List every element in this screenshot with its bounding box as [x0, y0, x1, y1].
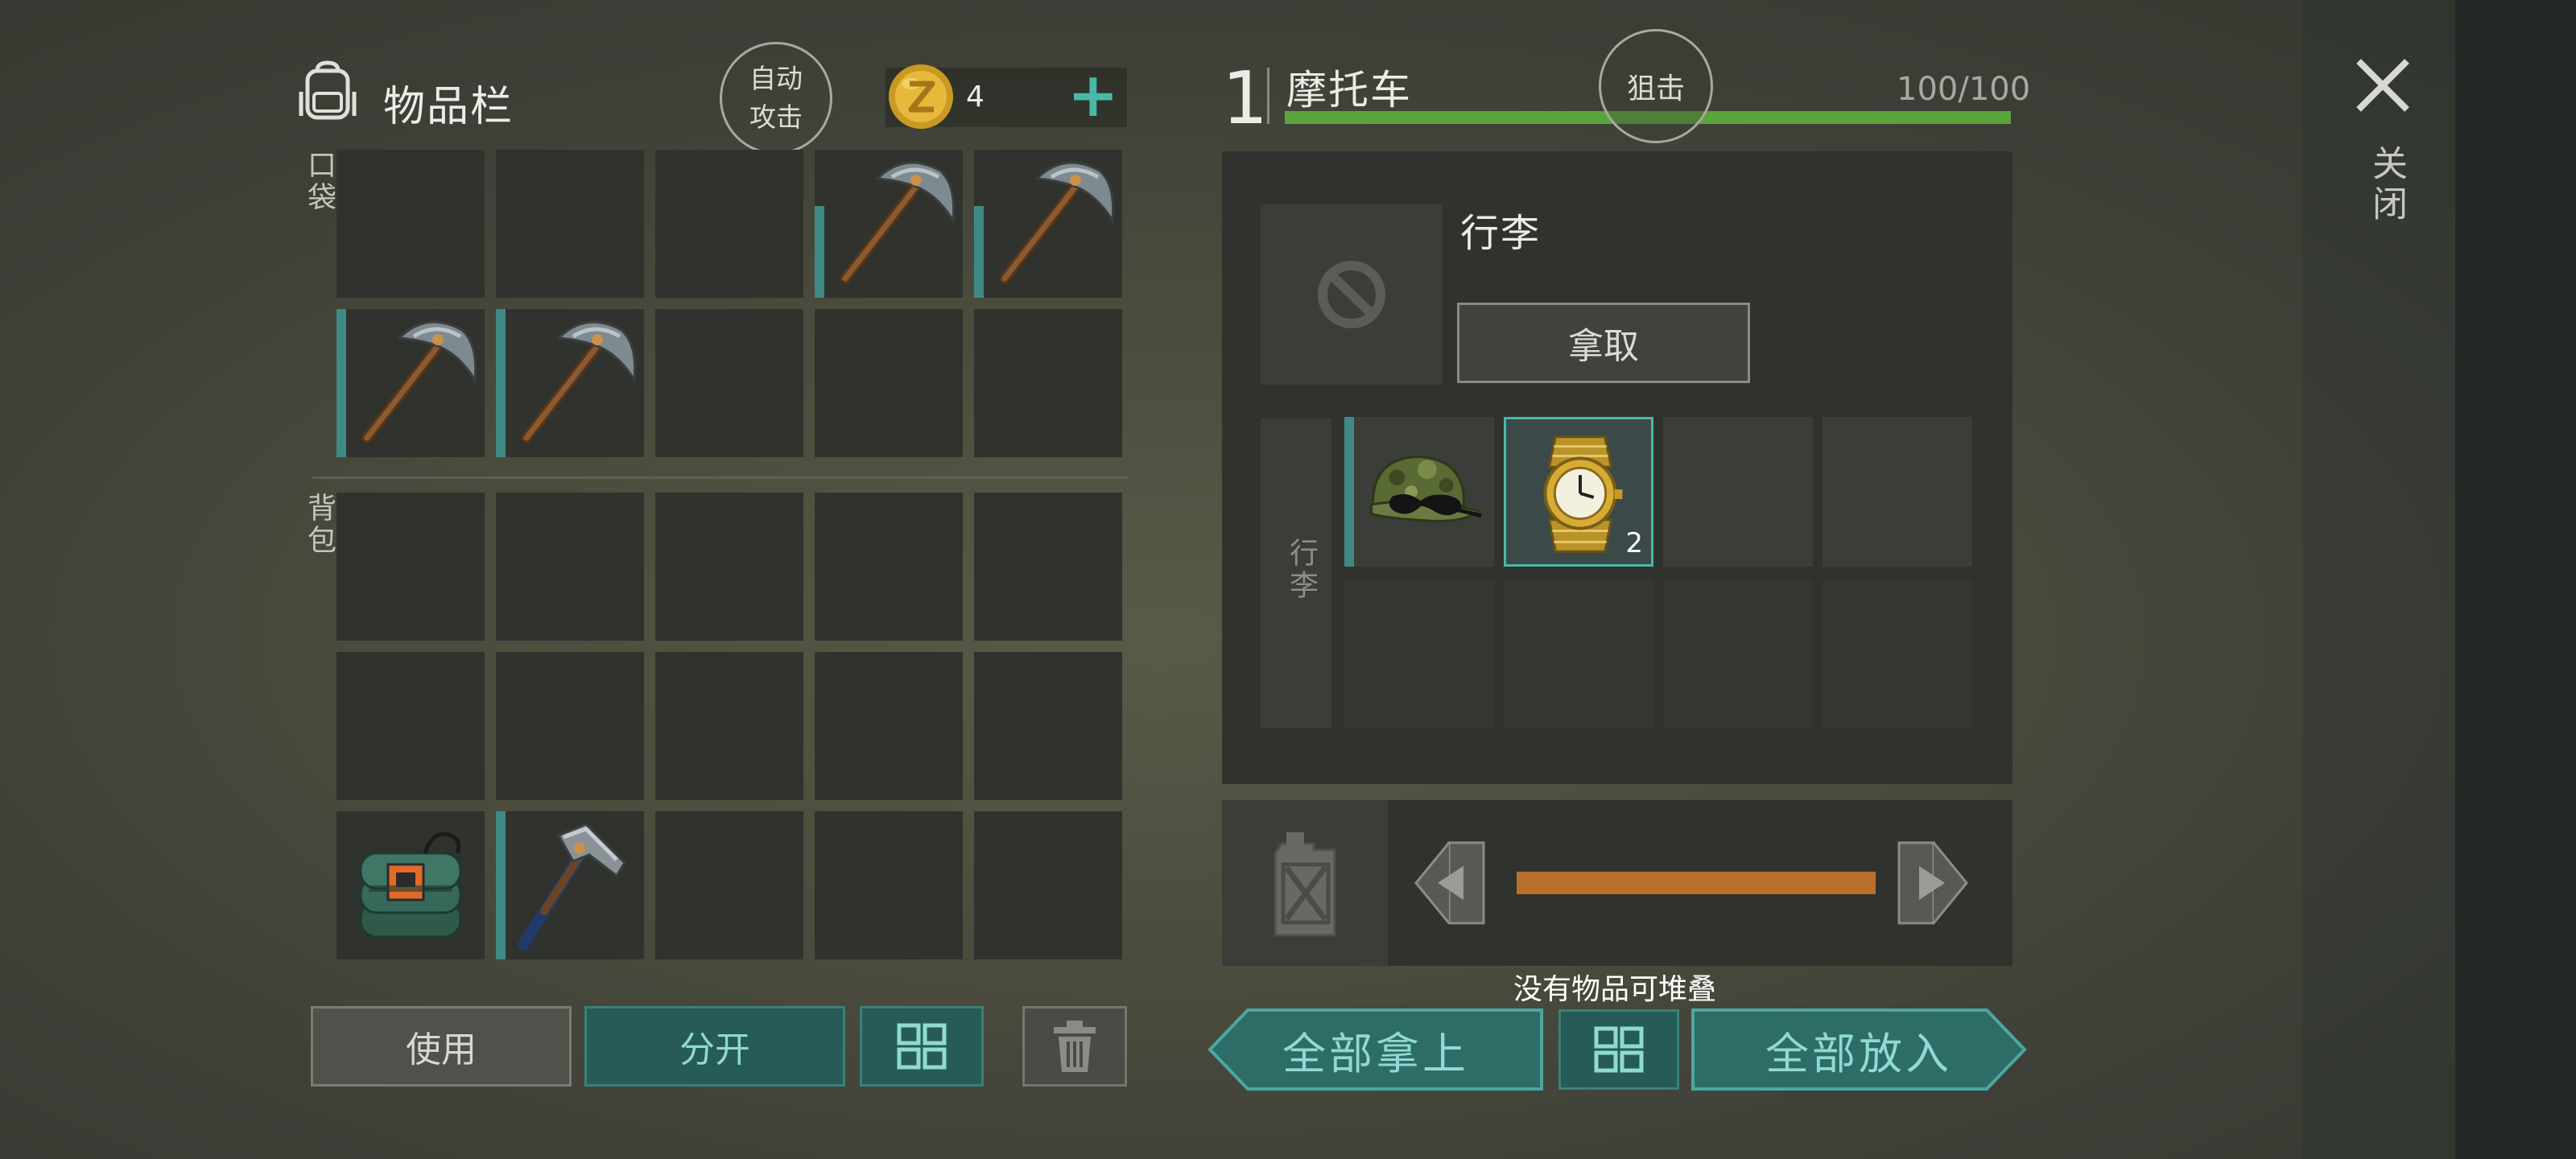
- fuel-bar-fill[interactable]: [1517, 872, 1876, 894]
- backpack-slot[interactable]: [496, 493, 644, 641]
- backpack-label: 背包: [303, 493, 336, 557]
- backpack-slot[interactable]: [336, 493, 485, 641]
- pocket-slot[interactable]: [974, 150, 1122, 298]
- close-label[interactable]: 关闭: [2360, 145, 2412, 225]
- pocket-slot[interactable]: [336, 150, 485, 298]
- close-icon[interactable]: [2351, 53, 2415, 118]
- explosive-pack-icon: [359, 831, 462, 938]
- luggage-title: 行李: [1460, 211, 1542, 256]
- grid-sort-icon: [897, 1023, 947, 1070]
- pickaxe-icon: [999, 161, 1115, 284]
- split-button[interactable]: 分开: [584, 1006, 845, 1087]
- backpack-slot[interactable]: [974, 811, 1122, 959]
- backpack-slot[interactable]: [655, 811, 803, 959]
- sort-vehicle-button[interactable]: [1558, 1009, 1679, 1090]
- backpack-slot[interactable]: [815, 811, 963, 959]
- no-entry-icon: [1318, 261, 1385, 328]
- auto-attack-button[interactable]: 自动 攻击: [720, 42, 832, 155]
- use-button[interactable]: 使用: [311, 1006, 572, 1087]
- backpack-icon: [299, 60, 357, 120]
- backpack-slot[interactable]: [974, 652, 1122, 800]
- inventory-title: 物品栏: [383, 83, 514, 131]
- luggage-grid: 2: [1344, 417, 1972, 729]
- pickaxe-icon: [361, 320, 477, 443]
- snipe-button[interactable]: 狙击: [1599, 29, 1713, 143]
- equip-slot: [1261, 204, 1443, 385]
- backpack-slot[interactable]: [496, 811, 644, 959]
- pocket-slot[interactable]: [655, 309, 803, 457]
- take-all-label: 全部拿上: [1282, 1028, 1469, 1079]
- backpack-grid: [336, 493, 1122, 959]
- pocket-slot[interactable]: [815, 150, 963, 298]
- pocket-slot[interactable]: [974, 309, 1122, 457]
- luggage-slot[interactable]: [1663, 580, 1813, 729]
- backpack-slot[interactable]: [336, 811, 485, 959]
- right-edge-strip: [2455, 0, 2576, 1159]
- backpack-slot[interactable]: [815, 652, 963, 800]
- sort-inventory-button[interactable]: [860, 1006, 984, 1087]
- trash-icon: [1054, 1021, 1096, 1072]
- military-cap-icon: [1370, 455, 1482, 522]
- vehicle-number: 1: [1222, 56, 1269, 141]
- fuel-decrease-button[interactable]: [1414, 840, 1486, 926]
- grid-sort-icon: [1594, 1026, 1644, 1073]
- hammer-icon: [518, 823, 626, 951]
- coin-icon: [889, 64, 953, 129]
- section-divider: [312, 476, 1127, 479]
- take-button[interactable]: 拿取: [1457, 303, 1750, 383]
- auto-attack-line1: 自动: [749, 63, 803, 94]
- fuel-increase-button[interactable]: [1897, 840, 1969, 926]
- coin-count: 4: [966, 80, 985, 113]
- trash-button[interactable]: [1022, 1006, 1127, 1087]
- take-all-button[interactable]: 全部拿上: [1208, 1008, 1544, 1091]
- pocket-slot[interactable]: [496, 150, 644, 298]
- auto-attack-line2: 攻击: [749, 101, 803, 133]
- vehicle-name: 摩托车: [1286, 67, 1412, 113]
- backpack-slot[interactable]: [655, 652, 803, 800]
- vehicle-health-text: 100/100: [1897, 71, 2031, 108]
- pocket-slot[interactable]: [815, 309, 963, 457]
- put-all-label: 全部放入: [1765, 1028, 1952, 1079]
- pocket-slot[interactable]: [336, 309, 485, 457]
- luggage-label: 行李: [1285, 538, 1318, 602]
- jerrycan-icon: [1274, 832, 1336, 937]
- luggage-slot[interactable]: [1344, 580, 1494, 729]
- pocket-slot[interactable]: [496, 309, 644, 457]
- item-quantity: 2: [1625, 527, 1643, 559]
- no-stack-message: 没有物品可堆叠: [1513, 973, 1717, 1006]
- pocket-label: 口袋: [303, 150, 336, 214]
- luggage-slot[interactable]: [1344, 417, 1494, 567]
- luggage-slot[interactable]: [1823, 580, 1972, 729]
- luggage-slot-selected[interactable]: 2: [1504, 417, 1653, 567]
- backpack-slot[interactable]: [496, 652, 644, 800]
- pocket-slot[interactable]: [655, 150, 803, 298]
- fuel-slot[interactable]: [1222, 800, 1388, 966]
- pocket-grid: [336, 150, 1122, 457]
- luggage-slot[interactable]: [1823, 417, 1972, 567]
- backpack-slot[interactable]: [655, 493, 803, 641]
- vehicle-separator: [1267, 68, 1269, 124]
- pickaxe-icon: [521, 320, 637, 443]
- backpack-slot[interactable]: [974, 493, 1122, 641]
- backpack-slot[interactable]: [815, 493, 963, 641]
- put-all-button[interactable]: 全部放入: [1690, 1008, 2027, 1091]
- luggage-slot[interactable]: [1663, 417, 1813, 567]
- add-coins-button[interactable]: +: [1067, 64, 1119, 126]
- pickaxe-icon: [840, 161, 956, 284]
- backpack-slot[interactable]: [336, 652, 485, 800]
- luggage-slot[interactable]: [1504, 580, 1653, 729]
